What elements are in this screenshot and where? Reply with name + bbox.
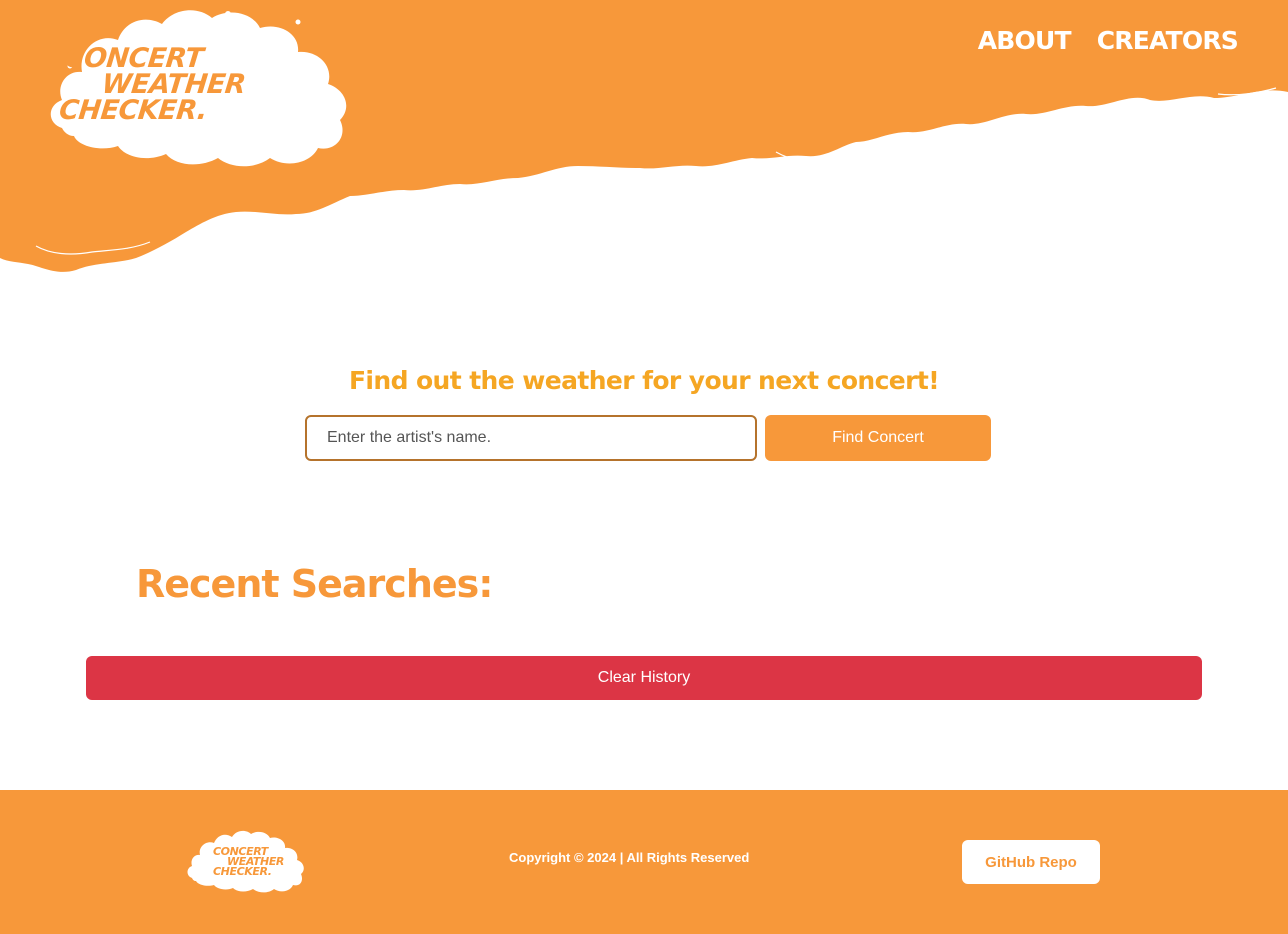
logo-wordmark: CONCERT WEATHER CHECKER. xyxy=(57,43,249,126)
logo-line-checker: CHECKER. xyxy=(57,95,209,126)
top-nav: ABOUT CREATORS xyxy=(978,26,1239,55)
find-concert-button[interactable]: Find Concert xyxy=(765,415,991,461)
recent-searches-title: Recent Searches: xyxy=(136,562,493,606)
artist-search-input[interactable] xyxy=(305,415,757,461)
copyright-text: Copyright © 2024 | All Rights Reserved xyxy=(509,850,750,865)
footer-logo-wordmark: CONCERT WEATHER CHECKER. xyxy=(213,846,284,878)
nav-about-link[interactable]: ABOUT xyxy=(978,26,1072,55)
page: CONCERT WEATHER CHECKER. ABOUT CREATORS … xyxy=(0,0,1288,934)
footer: CONCERT WEATHER CHECKER. Copyright © 202… xyxy=(0,790,1288,934)
search-heading: Find out the weather for your next conce… xyxy=(348,366,940,395)
nav-creators-link[interactable]: CREATORS xyxy=(1097,26,1239,55)
clear-history-button[interactable]: Clear History xyxy=(86,656,1202,700)
footer-logo-line-checker: CHECKER. xyxy=(213,865,272,878)
github-repo-button[interactable]: GitHub Repo xyxy=(962,840,1100,884)
